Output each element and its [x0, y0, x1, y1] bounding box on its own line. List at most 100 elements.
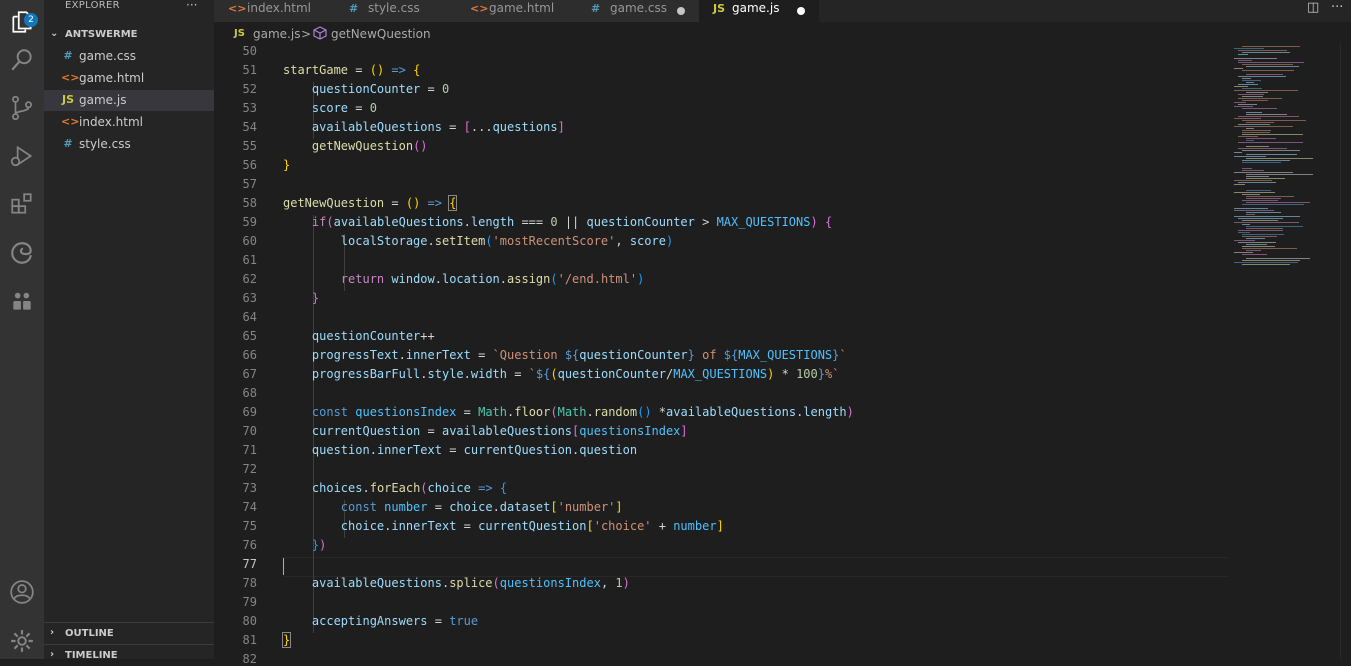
minimap-line [1238, 124, 1270, 125]
minimap-line [1234, 210, 1274, 211]
line-number: 80 [242, 614, 257, 628]
minimap-line [1246, 92, 1268, 93]
minimap-line [1234, 240, 1255, 241]
minimap-line [1238, 232, 1250, 233]
extensions-activity[interactable] [0, 182, 44, 226]
file-item[interactable]: # game.css [44, 46, 214, 67]
run-debug-activity[interactable] [0, 134, 44, 178]
minimap-line [1246, 212, 1281, 213]
breadcrumb-file[interactable]: game.js [253, 27, 300, 41]
minimap-line [1242, 248, 1297, 249]
file-item[interactable]: # style.css [44, 134, 214, 155]
unsaved-dot-icon[interactable] [797, 7, 805, 15]
minimap-line [1238, 98, 1282, 99]
css-file-icon: # [63, 137, 73, 150]
minimap-line [1238, 104, 1257, 105]
live-share-activity[interactable] [0, 279, 44, 323]
minimap-line [1246, 138, 1276, 139]
minimap-line [1234, 156, 1266, 157]
tab-label: game.css [610, 1, 667, 15]
css-file-icon: # [63, 49, 73, 62]
line-number: 57 [242, 177, 257, 191]
unsaved-dot-icon[interactable] [677, 7, 685, 15]
file-name: game.js [79, 93, 127, 107]
minimap-line [1242, 120, 1306, 121]
accounts-activity[interactable] [0, 570, 44, 614]
minimap-line [1242, 96, 1263, 97]
tab-game-js[interactable]: JS game.js [699, 0, 820, 22]
code-line: } [283, 158, 291, 172]
minimap-line [1238, 76, 1286, 77]
line-number: 71 [242, 443, 257, 457]
source-control-icon [12, 95, 32, 121]
minimap-line [1246, 202, 1310, 203]
code-line: localStorage.setItem('mostRecentScore', … [340, 234, 674, 248]
outline-panel[interactable]: › OUTLINE [44, 622, 214, 644]
minimap-line [1246, 66, 1299, 67]
more-actions-button[interactable]: ··· [186, 0, 197, 12]
tab-game-html[interactable]: <> game.html [456, 0, 578, 22]
split-editor-icon[interactable]: ◫ [1307, 0, 1319, 15]
line-number: 61 [242, 253, 257, 267]
code-line: startGame = () => { [283, 63, 421, 77]
line-number: 68 [242, 386, 257, 400]
minimap-line [1246, 174, 1313, 175]
minimap-line [1242, 108, 1277, 109]
line-number: 62 [242, 272, 257, 286]
minimap-line [1246, 244, 1267, 245]
extensions-icon [11, 193, 32, 214]
minimap-line [1242, 260, 1300, 261]
minimap-line [1234, 152, 1242, 153]
minimap-line [1246, 140, 1254, 141]
workspace-folder[interactable]: ⌄ ANTSWERME [44, 27, 214, 43]
tab-style-css[interactable]: # style.css [335, 0, 457, 22]
minimap-line [1246, 178, 1285, 179]
minimap-line [1238, 84, 1258, 85]
code-line: currentQuestion = availableQuestions[que… [311, 424, 688, 438]
file-item[interactable]: <> game.html [44, 68, 214, 89]
explorer-sidebar: EXPLORER ··· ⌄ ANTSWERME # game.css <> game… [44, 0, 214, 661]
minimap-line [1246, 190, 1271, 191]
minimap[interactable] [1228, 44, 1340, 659]
tab-label: game.js [732, 1, 780, 15]
html-file-icon: <> [61, 71, 80, 84]
search-activity[interactable] [0, 38, 44, 82]
run-debug-icon [10, 145, 33, 167]
code-editor[interactable]: 50 51 52 53 54 55 56 57 58 59 60 61 62 63 64 65 66 67 68 69… [214, 44, 1351, 666]
minimap-line [1246, 158, 1313, 159]
folder-name: ANTSWERME [65, 29, 138, 40]
minimap-line [1238, 242, 1276, 243]
more-actions-icon[interactable]: ··· [1331, 0, 1343, 15]
minimap-line [1238, 218, 1283, 219]
minimap-line [1238, 116, 1299, 117]
breadcrumb-symbol[interactable]: getNewQuestion [331, 27, 431, 41]
html-file-icon: <> [470, 2, 489, 15]
minimap-line [1246, 122, 1274, 123]
line-number: 73 [242, 481, 257, 495]
edge-devtools-activity[interactable] [0, 231, 44, 275]
vertical-scrollbar[interactable] [1340, 44, 1351, 659]
source-control-activity[interactable] [0, 86, 44, 130]
file-item[interactable]: JS game.js [44, 90, 214, 111]
tab-index-html[interactable]: <> index.html [214, 0, 336, 22]
file-item[interactable]: <> index.html [44, 112, 214, 133]
code-line: } [311, 291, 320, 305]
timeline-panel[interactable]: › TIMELINE [44, 644, 214, 666]
minimap-line [1234, 68, 1243, 69]
manage-activity[interactable] [0, 619, 44, 663]
minimap-line [1242, 88, 1262, 89]
minimap-line [1234, 48, 1264, 49]
line-number: 59 [242, 215, 257, 229]
html-file-icon: <> [228, 2, 247, 15]
minimap-line [1234, 106, 1253, 107]
code-line: questionCounter = 0 [311, 82, 450, 96]
minimap-line [1242, 150, 1300, 151]
edge-icon [11, 242, 32, 264]
code-line: choice.innerText = currentQuestion['choi… [340, 519, 724, 533]
minimap-line [1246, 228, 1283, 229]
minimap-line [1242, 134, 1303, 135]
tab-game-css[interactable]: # game.css [577, 0, 700, 22]
line-number: 67 [242, 367, 257, 381]
timeline-label: TIMELINE [65, 650, 118, 661]
minimap-line [1242, 264, 1290, 265]
